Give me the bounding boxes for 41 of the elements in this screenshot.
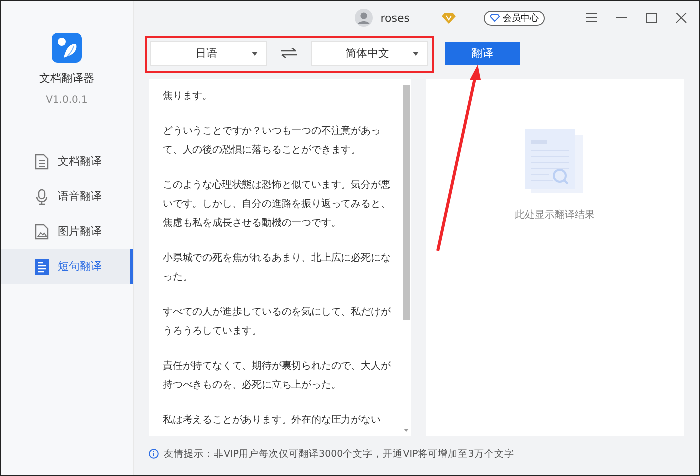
text-document-icon	[35, 258, 49, 274]
document-search-icon	[525, 129, 585, 194]
sidebar-item[interactable]: 文档翻译	[1, 144, 133, 179]
maximize-button[interactable]	[646, 13, 657, 23]
menu-icon	[586, 13, 597, 23]
close-button[interactable]	[676, 13, 687, 23]
target-language-dropdown[interactable]: 简体中文	[311, 40, 428, 66]
result-placeholder: 此处显示翻译结果	[515, 208, 595, 222]
source-paragraph: どういうことですか？いつも一つの不注意があって、人の後の恐惧に落ちることができます。	[163, 124, 382, 158]
swap-languages-icon[interactable]	[281, 48, 297, 58]
scroll-down-arrow-icon[interactable]	[404, 429, 408, 432]
sidebar-item[interactable]: 语音翻译	[1, 179, 133, 214]
source-paragraph: 小県城での死を焦がれるあまり、北上広に必死になった。	[163, 252, 392, 285]
source-language-dropdown[interactable]: 日语	[150, 40, 267, 66]
source-paragraph: このような心理状態は恐怖と似ています。気分が悪いです。しかし、自分の進路を振り返ってみると、焦慮も私を成長させる動機の一つです。	[163, 178, 392, 231]
app-name: 文档翻译器	[40, 71, 94, 86]
source-paragraph: すべての人が進歩しているのを気にして、私だけがうろうろしています。	[163, 306, 392, 339]
diamond-icon	[490, 14, 500, 22]
microphone-icon	[35, 188, 49, 204]
app-version: V1.0.0.1	[46, 95, 88, 106]
vip-center-button[interactable]: 会员中心	[484, 10, 545, 26]
image-icon	[35, 224, 49, 240]
close-icon	[676, 13, 687, 23]
info-icon	[149, 449, 159, 459]
user-name[interactable]: roses	[380, 12, 410, 24]
translation-output-field[interactable]: 此处显示翻译结果	[426, 79, 684, 436]
menu-button[interactable]	[586, 13, 597, 23]
sidebar-item[interactable]: 短句翻译	[1, 249, 133, 284]
sidebar-item[interactable]: 图片翻译	[1, 214, 133, 249]
maximize-icon	[646, 13, 657, 23]
scrollbar-thumb[interactable]	[402, 85, 410, 320]
source-paragraph: 焦ります。	[163, 90, 214, 104]
source-paragraph: 私は考えることがあります。外在的な圧力がない	[163, 414, 382, 428]
app-logo-icon	[52, 33, 82, 63]
tip-text: 友情提示：非VIP用户每次仅可翻译3000个文字，开通VIP将可增加至3万个文字	[164, 448, 514, 460]
translate-button[interactable]: 翻译	[445, 42, 520, 64]
caret-icon	[413, 52, 419, 56]
document-icon	[35, 154, 49, 170]
user-avatar-icon[interactable]	[354, 9, 373, 27]
caret-icon	[252, 52, 258, 56]
source-paragraph: 責任が持てなくて、期待が裏切られたので、大人が持つべきものを、必死に立ち上がった。	[163, 360, 392, 393]
